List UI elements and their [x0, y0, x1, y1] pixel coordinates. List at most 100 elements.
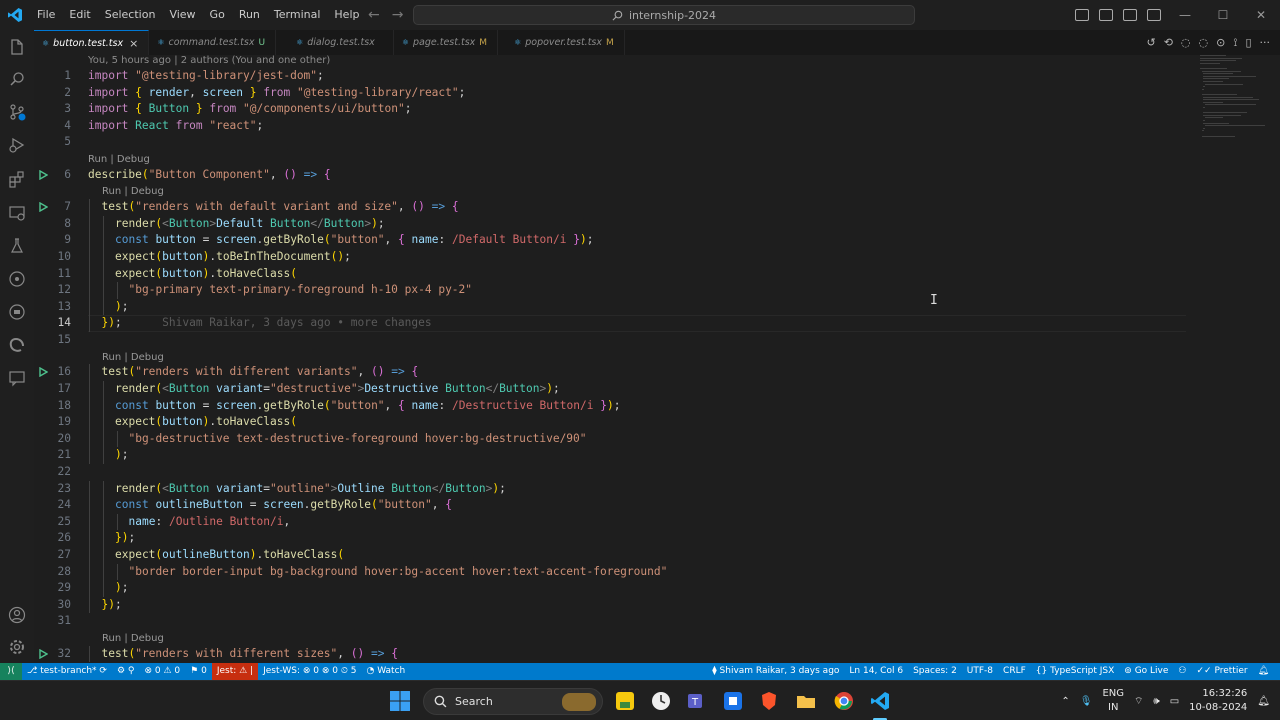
edge-devtools-icon[interactable]: [8, 336, 26, 354]
codelens-run-debug[interactable]: Run | Debug: [102, 350, 164, 365]
copilot-icon[interactable]: ⚇: [1173, 663, 1191, 680]
remote-explorer-icon[interactable]: [8, 204, 26, 222]
code-line[interactable]: 4 import React from "react";: [34, 118, 1194, 135]
code-line[interactable]: 32 test("renders with different sizes", …: [34, 646, 1194, 663]
code-line[interactable]: 24 const outlineButton = screen.getByRol…: [34, 497, 1194, 514]
open-changes-icon[interactable]: ⊙: [1216, 36, 1225, 49]
minimap[interactable]: [1200, 55, 1268, 145]
codelens-run-debug[interactable]: Run | Debug: [102, 184, 164, 199]
taskbar-clock[interactable]: 16:32:26 10-08-2024: [1189, 687, 1247, 715]
battery-icon[interactable]: ▭: [1170, 696, 1179, 707]
file-explorer-icon[interactable]: [795, 690, 817, 712]
testing-icon[interactable]: [8, 237, 26, 255]
comments-icon[interactable]: [8, 369, 26, 387]
sync-icon[interactable]: ⚙ ⚲: [112, 663, 140, 680]
ports-indicator[interactable]: ⚑ 0: [185, 663, 212, 680]
code-line[interactable]: 8 render(<Button>Default Button</Button>…: [34, 216, 1194, 233]
code-line[interactable]: 26 });: [34, 530, 1194, 547]
wifi-icon[interactable]: ⌔: [1134, 695, 1143, 708]
jest-status[interactable]: Jest: ⚠ |: [211, 663, 259, 680]
blame-status[interactable]: ⧫ Shivam Raikar, 3 days ago: [707, 663, 844, 680]
problems-indicator[interactable]: ⊗ 0 ⚠ 0: [140, 663, 186, 680]
menu-edit[interactable]: Edit: [62, 0, 97, 30]
codelens-run-debug[interactable]: Run | Debug: [102, 631, 164, 646]
tab-dialog-test[interactable]: ⚛ dialog.test.tsx: [276, 30, 394, 55]
code-line[interactable]: 5: [34, 134, 1194, 151]
code-line[interactable]: 12 "bg-primary text-primary-foreground h…: [34, 282, 1194, 299]
menu-terminal[interactable]: Terminal: [267, 0, 328, 30]
git-compare-icon[interactable]: ⟟: [1233, 36, 1237, 50]
branch-indicator[interactable]: ⎇ test-branch* ⟳: [22, 663, 112, 680]
chrome-icon[interactable]: [833, 690, 855, 712]
docker-icon[interactable]: [8, 303, 26, 321]
code-line[interactable]: 18 const button = screen.getByRole("butt…: [34, 398, 1194, 415]
input-language[interactable]: ENG IN: [1102, 687, 1124, 715]
next-change-icon[interactable]: ◌: [1199, 36, 1209, 49]
code-line[interactable]: 15: [34, 332, 1194, 349]
notification-center-icon[interactable]: 🔔︎: [1257, 696, 1270, 707]
customize-layout-icon[interactable]: [1147, 9, 1161, 21]
code-line[interactable]: 3 import { Button } from "@/components/ui…: [34, 101, 1194, 118]
run-test-icon[interactable]: [38, 169, 48, 180]
run-test-icon[interactable]: [38, 202, 48, 213]
code-line[interactable]: 16 test("renders with different variants…: [34, 364, 1194, 381]
run-test-icon[interactable]: [38, 367, 48, 378]
vscode-taskbar-icon[interactable]: [869, 690, 891, 712]
extensions-icon[interactable]: [8, 170, 26, 188]
taskbar-search[interactable]: Search: [423, 688, 603, 715]
close-window-icon[interactable]: ✕: [1242, 0, 1280, 30]
widgets-icon[interactable]: [614, 690, 636, 712]
microphone-icon[interactable]: 🎙︎: [1080, 696, 1093, 707]
code-line[interactable]: 13 );: [34, 299, 1194, 316]
show-hidden-icons-icon[interactable]: ⌃: [1061, 696, 1069, 707]
code-line[interactable]: 30 });: [34, 597, 1194, 614]
code-line[interactable]: 7 test("renders with default variant and…: [34, 199, 1194, 216]
code-line[interactable]: 25 name: /Outline Button/i,: [34, 514, 1194, 531]
menu-selection[interactable]: Selection: [98, 0, 163, 30]
command-center-search[interactable]: internship-2024: [413, 5, 915, 25]
codelens-run-debug[interactable]: Run | Debug: [88, 152, 150, 167]
compare-changes-icon[interactable]: ⟲: [1164, 36, 1173, 49]
code-line[interactable]: 22: [34, 464, 1194, 481]
code-line[interactable]: 27 expect(outlineButton).toHaveClass(: [34, 547, 1194, 564]
code-line[interactable]: 10 expect(button).toBeInTheDocument();: [34, 249, 1194, 266]
language-mode[interactable]: {} TypeScript JSX: [1031, 663, 1120, 680]
account-icon[interactable]: [8, 606, 26, 624]
tab-popover-test[interactable]: ⚛ popover.test.tsx M: [498, 30, 625, 55]
indentation[interactable]: Spaces: 2: [908, 663, 962, 680]
code-line[interactable]: 19 expect(button).toHaveClass(: [34, 414, 1194, 431]
back-arrow-icon[interactable]: ←: [362, 7, 386, 23]
explorer-icon[interactable]: [8, 38, 26, 56]
code-line[interactable]: 31: [34, 613, 1194, 630]
go-live-button[interactable]: ⊚ Go Live: [1119, 663, 1173, 680]
run-test-icon[interactable]: [38, 648, 48, 659]
run-debug-icon[interactable]: [8, 136, 26, 154]
code-line[interactable]: 6 describe("Button Component", () => {: [34, 167, 1194, 184]
menu-run[interactable]: Run: [232, 0, 267, 30]
minimize-icon[interactable]: —: [1166, 0, 1204, 30]
brave-browser-icon[interactable]: [758, 690, 780, 712]
code-line[interactable]: 23 render(<Button variant="outline">Outl…: [34, 481, 1194, 498]
forward-arrow-icon[interactable]: →: [386, 7, 410, 23]
code-line[interactable]: 2 import { render, screen } from "@testin…: [34, 85, 1194, 102]
code-line[interactable]: 17 render(<Button variant="destructive">…: [34, 381, 1194, 398]
menu-help[interactable]: Help: [327, 0, 366, 30]
microsoft-store-icon[interactable]: [722, 690, 744, 712]
cursor-position[interactable]: Ln 14, Col 6: [844, 663, 908, 680]
line-endings[interactable]: CRLF: [998, 663, 1031, 680]
code-line[interactable]: 14 }); Shivam Raikar, 3 days ago • more …: [34, 315, 1194, 332]
toggle-secondary-sidebar-icon[interactable]: [1123, 9, 1137, 21]
search-icon[interactable]: [8, 70, 26, 88]
timeline-icon[interactable]: ↺: [1146, 36, 1155, 49]
previous-change-icon[interactable]: ◌: [1181, 36, 1191, 49]
tab-page-test[interactable]: ⚛ page.test.tsx M: [394, 30, 499, 55]
volume-icon[interactable]: 🕪︎: [1153, 696, 1159, 707]
code-line[interactable]: 29 );: [34, 580, 1194, 597]
prettier-status[interactable]: ✓✓ Prettier: [1192, 663, 1253, 680]
notifications-bell-icon[interactable]: 🔔︎: [1253, 663, 1274, 680]
code-line[interactable]: 1 import "@testing-library/jest-dom";: [34, 68, 1194, 85]
source-control-icon[interactable]: [8, 103, 26, 121]
toggle-panel-icon[interactable]: [1099, 9, 1113, 21]
tab-command-test[interactable]: ⚛ command.test.tsx U: [149, 30, 277, 55]
encoding[interactable]: UTF-8: [962, 663, 998, 680]
